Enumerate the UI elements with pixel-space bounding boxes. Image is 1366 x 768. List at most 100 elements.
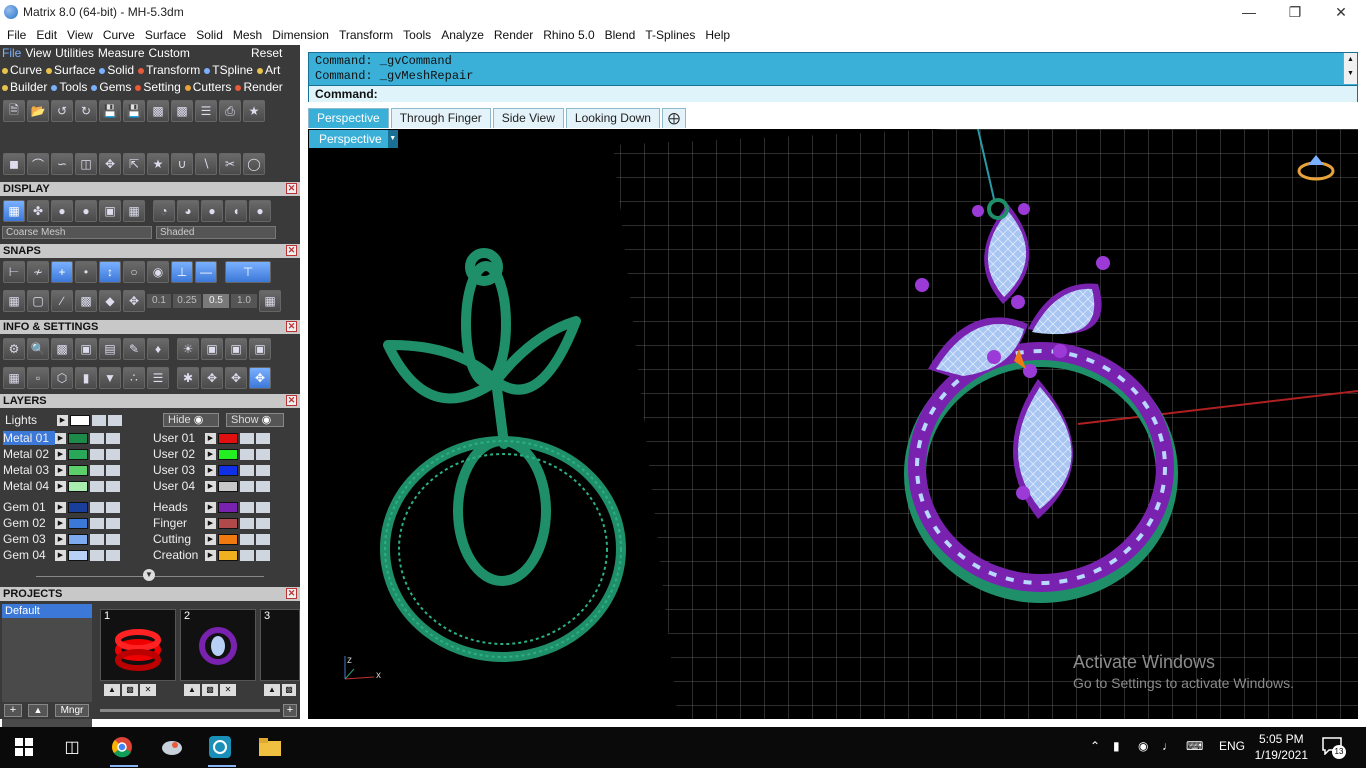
snap-step-10[interactable]: 1.0	[231, 294, 257, 308]
layer-lock-icon[interactable]	[240, 464, 254, 476]
save-as-icon[interactable]: 💾	[123, 100, 145, 122]
restore-icon[interactable]: ❐	[1272, 0, 1318, 24]
boolean-union-icon[interactable]: ∪	[171, 153, 193, 175]
gumball-rotate-icon[interactable]: ✥	[225, 367, 247, 389]
language-indicator[interactable]: ENG	[1219, 739, 1245, 753]
task-view-icon[interactable]: ◫	[60, 735, 84, 759]
layer-row[interactable]: User 04 ▶	[153, 479, 271, 493]
add-project-icon[interactable]: +	[4, 704, 22, 717]
undo-icon[interactable]: ↺	[51, 100, 73, 122]
reset-button[interactable]: Reset	[251, 46, 282, 60]
tab-side-view[interactable]: Side View	[492, 108, 564, 128]
layer-expand-icon[interactable]: ▶	[55, 480, 66, 492]
gem-info-icon[interactable]: ♦	[147, 338, 169, 360]
save-incremental-icon[interactable]: ▩	[171, 100, 193, 122]
layer-visibility-icon[interactable]	[256, 517, 270, 529]
layer-color-swatch[interactable]	[218, 501, 238, 513]
snap-near-icon[interactable]: ≁	[27, 261, 49, 283]
layer-color-swatch[interactable]	[218, 517, 238, 529]
layer-lock-icon[interactable]	[90, 448, 104, 460]
notification-center-icon[interactable]: 13	[1322, 737, 1346, 759]
history-scrollbar[interactable]: ▲ ▼	[1343, 53, 1357, 84]
display-section-header[interactable]: DISPLAY ✕	[0, 182, 300, 196]
print-icon[interactable]: ⎙	[219, 100, 241, 122]
light-bulb-icon[interactable]: ☀	[177, 338, 199, 360]
windows-start-icon[interactable]	[12, 735, 36, 759]
hide-all-button[interactable]: Hide ◉	[163, 413, 219, 427]
new-file-icon[interactable]: 🗎	[3, 100, 25, 122]
delete-project-icon[interactable]: ✕	[220, 684, 236, 696]
panel-menu-custom[interactable]: Custom	[149, 46, 190, 60]
project-thumbnail-1[interactable]: 1	[100, 609, 176, 681]
layer-row[interactable]: Metal 02 ▶	[3, 447, 121, 461]
category-tools[interactable]: Tools	[51, 80, 87, 94]
close-info-icon[interactable]: ✕	[286, 321, 297, 332]
material-silver-icon[interactable]: ●	[201, 200, 223, 222]
move-up-icon[interactable]: ▲	[28, 704, 48, 717]
layer-lock-icon[interactable]	[240, 549, 254, 561]
layer-lock-icon[interactable]	[90, 517, 104, 529]
layer-visibility-icon[interactable]	[256, 549, 270, 561]
list-icon[interactable]: ☰	[147, 367, 169, 389]
category-setting[interactable]: Setting	[135, 80, 181, 94]
layer-expand-icon[interactable]: ▶	[55, 464, 66, 476]
tab-looking-down[interactable]: Looking Down	[565, 108, 660, 128]
delete-project-icon[interactable]: ✕	[140, 684, 156, 696]
menu-surface[interactable]: Surface	[140, 28, 191, 42]
chrome-icon[interactable]	[110, 735, 134, 759]
layer-lock-icon[interactable]	[90, 501, 104, 513]
stuller-logo-icon[interactable]: ★	[243, 100, 265, 122]
layers-stack-icon[interactable]: ☰	[195, 100, 217, 122]
layer-row[interactable]: Cutting ▶	[153, 532, 271, 546]
snap-mid-icon[interactable]: •	[75, 261, 97, 283]
material-sphere-1-icon[interactable]: ◔	[153, 200, 175, 222]
snap-intersection-icon[interactable]: ○	[123, 261, 145, 283]
layer-color-swatch[interactable]	[218, 549, 238, 561]
category-art[interactable]: Art	[256, 63, 280, 77]
layer-lock-icon[interactable]	[240, 517, 254, 529]
layer-row[interactable]: User 01 ▶	[153, 431, 271, 445]
layer-row[interactable]: Metal 03 ▶	[3, 463, 121, 477]
layer-lock-icon[interactable]	[90, 480, 104, 492]
box-wire-icon[interactable]: ⬡	[51, 367, 73, 389]
tab-through-finger[interactable]: Through Finger	[390, 108, 491, 128]
layer-lock-icon[interactable]	[240, 432, 254, 444]
category-render[interactable]: Render	[235, 80, 283, 94]
close-layers-icon[interactable]: ✕	[286, 395, 297, 406]
layer-expand-icon[interactable]: ▶	[55, 432, 66, 444]
snap-end-icon[interactable]: ⊢	[3, 261, 25, 283]
layer-lock-icon[interactable]	[90, 432, 104, 444]
gumball-move-icon[interactable]: ✥	[201, 367, 223, 389]
material-gold-icon[interactable]: ◕	[177, 200, 199, 222]
named-view-icon[interactable]: ▣	[225, 338, 247, 360]
layer-lock-icon[interactable]	[240, 448, 254, 460]
snap-step-05[interactable]: 0.5	[203, 294, 229, 308]
menu-dimension[interactable]: Dimension	[267, 28, 334, 42]
layer-row[interactable]: Gem 01 ▶	[3, 500, 121, 514]
add-to-project-icon[interactable]: ▲	[264, 684, 280, 696]
layer-color-swatch[interactable]	[68, 549, 88, 561]
snap-step-01[interactable]: 0.1	[147, 294, 171, 308]
rhino-icon[interactable]	[160, 735, 184, 759]
close-projects-icon[interactable]: ✕	[286, 588, 297, 599]
layer-expand-icon[interactable]: ▶	[205, 501, 216, 513]
select-scatter-icon[interactable]: ∴	[123, 367, 145, 389]
material-dark-icon[interactable]: ●	[249, 200, 271, 222]
add-to-project-icon[interactable]: ▲	[184, 684, 200, 696]
category-tspline[interactable]: TSpline	[204, 63, 253, 77]
collapse-layers-icon[interactable]: ▼	[143, 569, 155, 581]
grid-settings-icon[interactable]: ▦	[259, 290, 281, 312]
menu-help[interactable]: Help	[700, 28, 735, 42]
add-to-project-icon[interactable]: ▲	[104, 684, 120, 696]
close-snaps-icon[interactable]: ✕	[286, 245, 297, 256]
layer-expand-icon[interactable]: ▶	[55, 517, 66, 529]
menu-mesh[interactable]: Mesh	[228, 28, 267, 42]
layer-visibility-icon[interactable]	[106, 533, 120, 545]
show-hidden-icons-chevron[interactable]: ⌃	[1090, 739, 1100, 753]
project-thumbnail-2[interactable]: 2	[180, 609, 256, 681]
history-icon[interactable]: ✱	[177, 367, 199, 389]
menu-solid[interactable]: Solid	[191, 28, 228, 42]
layer-row[interactable]: Gem 03 ▶	[3, 532, 121, 546]
box-snap-icon[interactable]: ▢	[27, 290, 49, 312]
lights-color-swatch[interactable]	[70, 414, 90, 426]
